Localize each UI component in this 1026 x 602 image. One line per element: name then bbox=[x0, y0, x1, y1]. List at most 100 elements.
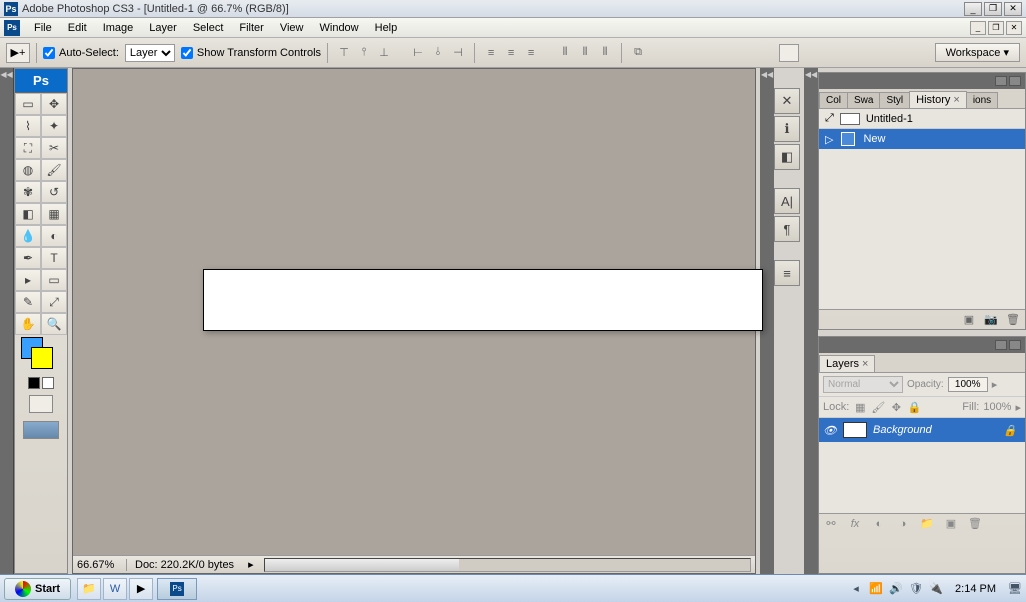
app-menu-icon[interactable]: Ps bbox=[4, 20, 20, 36]
quicklaunch-explorer-icon[interactable]: 📁 bbox=[77, 578, 101, 600]
notes-tool-icon[interactable]: ✎ bbox=[15, 291, 41, 313]
history-brush-tool-icon[interactable]: ↺ bbox=[41, 181, 67, 203]
maximize-button[interactable]: ❐ bbox=[984, 2, 1002, 16]
move-tool-icon[interactable]: ✥ bbox=[41, 93, 67, 115]
lock-transparency-icon[interactable]: ▦ bbox=[853, 400, 867, 414]
lasso-tool-icon[interactable]: ⌇ bbox=[15, 115, 41, 137]
layer-thumbnail[interactable] bbox=[843, 422, 867, 438]
tab-history[interactable]: History× bbox=[909, 91, 967, 108]
healing-tool-icon[interactable]: ◍ bbox=[15, 159, 41, 181]
crop-tool-icon[interactable]: ⛶ bbox=[15, 137, 41, 159]
new-doc-from-state-icon[interactable]: ▣ bbox=[961, 313, 977, 327]
opacity-slider-icon[interactable]: ▸ bbox=[992, 378, 998, 391]
layers-panel-icon[interactable]: ≡ bbox=[774, 260, 800, 286]
align-vcenter-icon[interactable]: ⫯ bbox=[354, 44, 374, 62]
show-transform-check[interactable] bbox=[181, 47, 193, 59]
horizontal-scrollbar[interactable] bbox=[264, 558, 751, 572]
gradient-tool-icon[interactable]: ▦ bbox=[41, 203, 67, 225]
tab-styles[interactable]: Styl bbox=[879, 92, 910, 108]
wand-tool-icon[interactable]: ✦ bbox=[41, 115, 67, 137]
taskbar-clock[interactable]: 2:14 PM bbox=[949, 583, 1002, 595]
character-panel-icon[interactable]: A| bbox=[774, 188, 800, 214]
new-layer-icon[interactable]: ▣ bbox=[943, 517, 959, 531]
history-document-row[interactable]: ⤢ Untitled-1 bbox=[819, 109, 1025, 129]
auto-align-icon[interactable]: ⧉ bbox=[628, 44, 648, 62]
tray-power-icon[interactable]: 🔌 bbox=[929, 582, 943, 596]
color-panel-icon[interactable]: ◧ bbox=[774, 144, 800, 170]
history-state-row[interactable]: ▷ New bbox=[819, 129, 1025, 149]
close-button[interactable]: ✕ bbox=[1004, 2, 1022, 16]
default-colors-icon[interactable] bbox=[28, 377, 40, 389]
background-color[interactable] bbox=[31, 347, 53, 369]
canvas-area[interactable]: 66.67% Doc: 220.2K/0 bytes ▸ bbox=[72, 68, 756, 574]
adjustment-layer-icon[interactable]: ◑ bbox=[895, 517, 911, 531]
fill-field[interactable]: 100% bbox=[983, 401, 1011, 413]
show-transform-checkbox[interactable]: Show Transform Controls bbox=[181, 47, 321, 59]
eyedropper-tool-icon[interactable]: ⤢ bbox=[41, 291, 67, 313]
auto-select-dropdown[interactable]: Layer bbox=[125, 44, 175, 62]
distribute-bottom-icon[interactable]: ≡ bbox=[521, 44, 541, 62]
layer-mask-icon[interactable]: ◐ bbox=[871, 517, 887, 531]
tab-swatches[interactable]: Swa bbox=[847, 92, 880, 108]
layer-row[interactable]: 👁 Background 🔒 bbox=[819, 418, 1025, 442]
new-group-icon[interactable]: 📁 bbox=[919, 517, 935, 531]
tab-actions[interactable]: ions bbox=[966, 92, 998, 108]
quicklaunch-mediaplayer-icon[interactable]: ▶ bbox=[129, 578, 153, 600]
distribute-hcenter-icon[interactable]: ⦀ bbox=[575, 44, 595, 62]
swap-colors-icon[interactable] bbox=[42, 377, 54, 389]
new-snapshot-icon[interactable]: 📷 bbox=[983, 313, 999, 327]
lock-position-icon[interactable]: ✥ bbox=[889, 400, 903, 414]
taskbar-photoshop-button[interactable]: Ps bbox=[157, 578, 197, 600]
panel-close-icon[interactable] bbox=[1009, 340, 1021, 350]
zoom-tool-icon[interactable]: 🔍 bbox=[41, 313, 67, 335]
menu-edit[interactable]: Edit bbox=[60, 20, 95, 36]
left-dock-collapse[interactable]: ◀◀ bbox=[0, 68, 14, 574]
eraser-tool-icon[interactable]: ◧ bbox=[15, 203, 41, 225]
menu-view[interactable]: View bbox=[272, 20, 312, 36]
stamp-tool-icon[interactable]: ✾ bbox=[15, 181, 41, 203]
lock-pixels-icon[interactable]: 🖌 bbox=[871, 400, 885, 414]
tray-volume-icon[interactable]: 🔊 bbox=[889, 582, 903, 596]
distribute-top-icon[interactable]: ≡ bbox=[481, 44, 501, 62]
link-layers-icon[interactable]: ⚯ bbox=[823, 517, 839, 531]
align-hcenter-icon[interactable]: ⫰ bbox=[428, 44, 448, 62]
tab-color[interactable]: Col bbox=[819, 92, 848, 108]
document-canvas[interactable] bbox=[203, 269, 763, 331]
tab-layers[interactable]: Layers× bbox=[819, 355, 875, 372]
delete-layer-icon[interactable]: 🗑 bbox=[967, 517, 983, 531]
tray-network-icon[interactable]: 📶 bbox=[869, 582, 883, 596]
align-bottom-icon[interactable]: ⊥ bbox=[374, 44, 394, 62]
current-tool-indicator[interactable]: ▶+ bbox=[6, 43, 30, 63]
distribute-vcenter-icon[interactable]: ≡ bbox=[501, 44, 521, 62]
start-button[interactable]: Start bbox=[4, 578, 71, 600]
tray-expand-icon[interactable]: ◂ bbox=[849, 582, 863, 596]
hand-tool-icon[interactable]: ✋ bbox=[15, 313, 41, 335]
shape-tool-icon[interactable]: ▭ bbox=[41, 269, 67, 291]
align-left-icon[interactable]: ⊢ bbox=[408, 44, 428, 62]
tray-desktop-icon[interactable]: 🖥 bbox=[1008, 582, 1022, 596]
auto-select-check[interactable] bbox=[43, 47, 55, 59]
panel-close-icon[interactable] bbox=[1009, 76, 1021, 86]
delete-state-icon[interactable]: 🗑 bbox=[1005, 313, 1021, 327]
bridge-icon[interactable] bbox=[779, 44, 799, 62]
workspace-dropdown[interactable]: Workspace ▾ bbox=[935, 43, 1020, 62]
marquee-tool-icon[interactable]: ▭ bbox=[15, 93, 41, 115]
doc-close-button[interactable]: ✕ bbox=[1006, 21, 1022, 35]
screen-mode-toggle[interactable] bbox=[23, 421, 59, 439]
minimize-button[interactable]: _ bbox=[964, 2, 982, 16]
align-right-icon[interactable]: ⊣ bbox=[448, 44, 468, 62]
menu-filter[interactable]: Filter bbox=[231, 20, 271, 36]
menu-file[interactable]: File bbox=[26, 20, 60, 36]
slice-tool-icon[interactable]: ✂ bbox=[41, 137, 67, 159]
path-select-tool-icon[interactable]: ▸ bbox=[15, 269, 41, 291]
align-top-icon[interactable]: ⊤ bbox=[334, 44, 354, 62]
menu-window[interactable]: Window bbox=[312, 20, 367, 36]
layer-visibility-icon[interactable]: 👁 bbox=[823, 424, 837, 437]
tray-shield-icon[interactable]: 🛡 bbox=[909, 582, 923, 596]
menu-help[interactable]: Help bbox=[367, 20, 406, 36]
paragraph-panel-icon[interactable]: ¶ bbox=[774, 216, 800, 242]
dodge-tool-icon[interactable]: ◐ bbox=[41, 225, 67, 247]
quicklaunch-word-icon[interactable]: W bbox=[103, 578, 127, 600]
panel-minimize-icon[interactable] bbox=[995, 340, 1007, 350]
close-icon[interactable]: × bbox=[862, 358, 868, 370]
